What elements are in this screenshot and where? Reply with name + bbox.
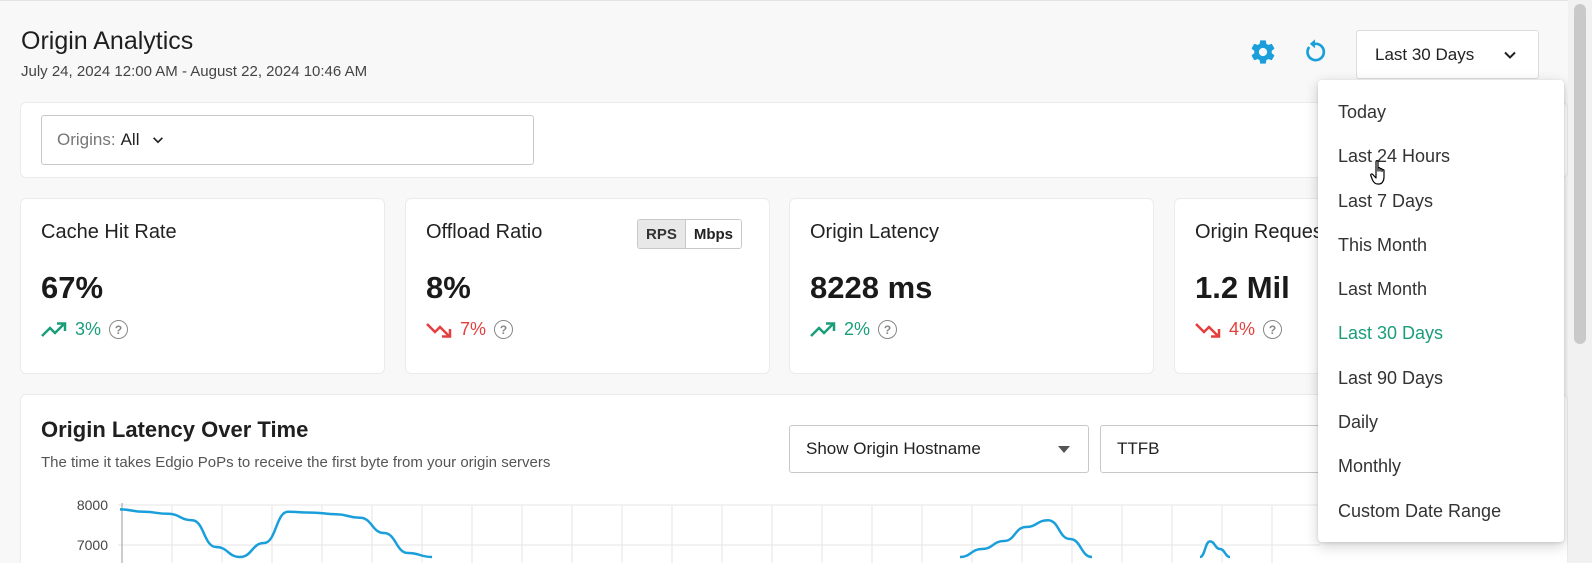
date-range-option[interactable]: Daily xyxy=(1338,412,1378,433)
toggle-rps[interactable]: RPS xyxy=(638,220,686,248)
date-range-option[interactable]: Last 7 Days xyxy=(1338,191,1433,212)
chart-subtitle: The time it takes Edgio PoPs to receive … xyxy=(41,454,551,471)
metric-trend: 2% ? xyxy=(810,319,898,340)
metric-value: 8228 ms xyxy=(810,270,933,305)
date-range-option[interactable]: This Month xyxy=(1338,235,1427,256)
metric-select[interactable]: TTFB xyxy=(1100,425,1330,473)
chevron-down-icon xyxy=(1504,51,1516,59)
unit-toggle: RPS Mbps xyxy=(637,219,743,249)
metric-value: 67% xyxy=(41,270,104,305)
help-icon[interactable]: ? xyxy=(878,320,898,339)
date-range-option[interactable]: Today xyxy=(1338,102,1386,123)
page-title: Origin Analytics xyxy=(21,27,194,55)
metric-title: Origin Reques xyxy=(1195,221,1323,243)
metric-change: 2% xyxy=(844,319,871,339)
metric-trend: 4% ? xyxy=(1195,319,1283,340)
metric-card-offload-ratio: Offload Ratio RPS Mbps 8% 7% ? xyxy=(405,198,770,374)
metric-select-value: TTFB xyxy=(1117,439,1160,458)
top-border xyxy=(0,0,1568,1)
date-range-dropdown[interactable]: Last 30 Days xyxy=(1356,30,1539,79)
metric-change: 3% xyxy=(75,319,102,339)
latency-line-chart: 8000 7000 xyxy=(77,497,1320,563)
trending-up-icon xyxy=(41,321,67,337)
metric-title: Offload Ratio xyxy=(426,221,543,243)
date-range-menu: Today Last 24 Hours Last 7 Days This Month L… xyxy=(1318,80,1564,542)
help-icon[interactable]: ? xyxy=(494,320,514,339)
date-range-option[interactable]: Last Month xyxy=(1338,279,1427,300)
metric-title: Origin Latency xyxy=(810,221,939,243)
hostname-select-value: Show Origin Hostname xyxy=(806,439,981,458)
date-range-option[interactable]: Last 90 Days xyxy=(1338,368,1443,389)
metric-title: Cache Hit Rate xyxy=(41,221,177,243)
chart-title: Origin Latency Over Time xyxy=(41,417,309,442)
help-icon[interactable]: ? xyxy=(109,320,129,339)
metric-change: 4% xyxy=(1229,319,1256,339)
date-range-option[interactable]: Last 24 Hours xyxy=(1338,146,1450,167)
trending-up-icon xyxy=(810,321,836,337)
trending-down-icon xyxy=(426,322,452,338)
refresh-icon xyxy=(1306,39,1326,62)
metric-card-origin-latency: Origin Latency 8228 ms 2% ? xyxy=(789,198,1154,374)
scrollbar[interactable] xyxy=(1568,0,1592,563)
settings-button[interactable] xyxy=(1247,36,1279,68)
metric-trend: 3% ? xyxy=(41,319,129,340)
metric-value: 8% xyxy=(426,270,471,305)
metric-value: 1.2 Mil xyxy=(1195,270,1290,305)
origins-filter-value: All xyxy=(120,130,140,149)
hand-cursor-icon xyxy=(1370,160,1385,185)
series-line xyxy=(1199,540,1231,559)
origins-filter-label: Origins: xyxy=(57,130,116,149)
scrollbar-thumb[interactable] xyxy=(1574,4,1586,344)
caret-down-icon xyxy=(1058,446,1070,453)
origins-filter-select[interactable]: Origins: All xyxy=(41,115,534,165)
help-icon[interactable]: ? xyxy=(1263,320,1283,339)
date-range-text: July 24, 2024 12:00 AM - August 22, 2024… xyxy=(21,63,368,80)
y-tick-label: 8000 xyxy=(77,497,108,513)
trending-down-icon xyxy=(1195,322,1221,338)
series-line xyxy=(119,508,433,559)
date-range-selected: Last 30 Days xyxy=(1375,44,1475,64)
refresh-button[interactable] xyxy=(1299,36,1331,68)
hostname-select[interactable]: Show Origin Hostname xyxy=(789,425,1089,473)
date-range-option[interactable]: Last 30 Days xyxy=(1338,323,1443,344)
chevron-down-icon xyxy=(153,137,164,144)
metric-change: 7% xyxy=(460,319,487,339)
metric-trend: 7% ? xyxy=(426,319,514,340)
toggle-mbps[interactable]: Mbps xyxy=(685,220,742,248)
gear-icon xyxy=(1251,40,1275,64)
y-tick-label: 7000 xyxy=(77,537,108,553)
metric-card-cache-hit-rate: Cache Hit Rate 67% 3% ? xyxy=(20,198,385,374)
date-range-option[interactable]: Monthly xyxy=(1338,456,1401,477)
date-range-option[interactable]: Custom Date Range xyxy=(1338,501,1501,522)
